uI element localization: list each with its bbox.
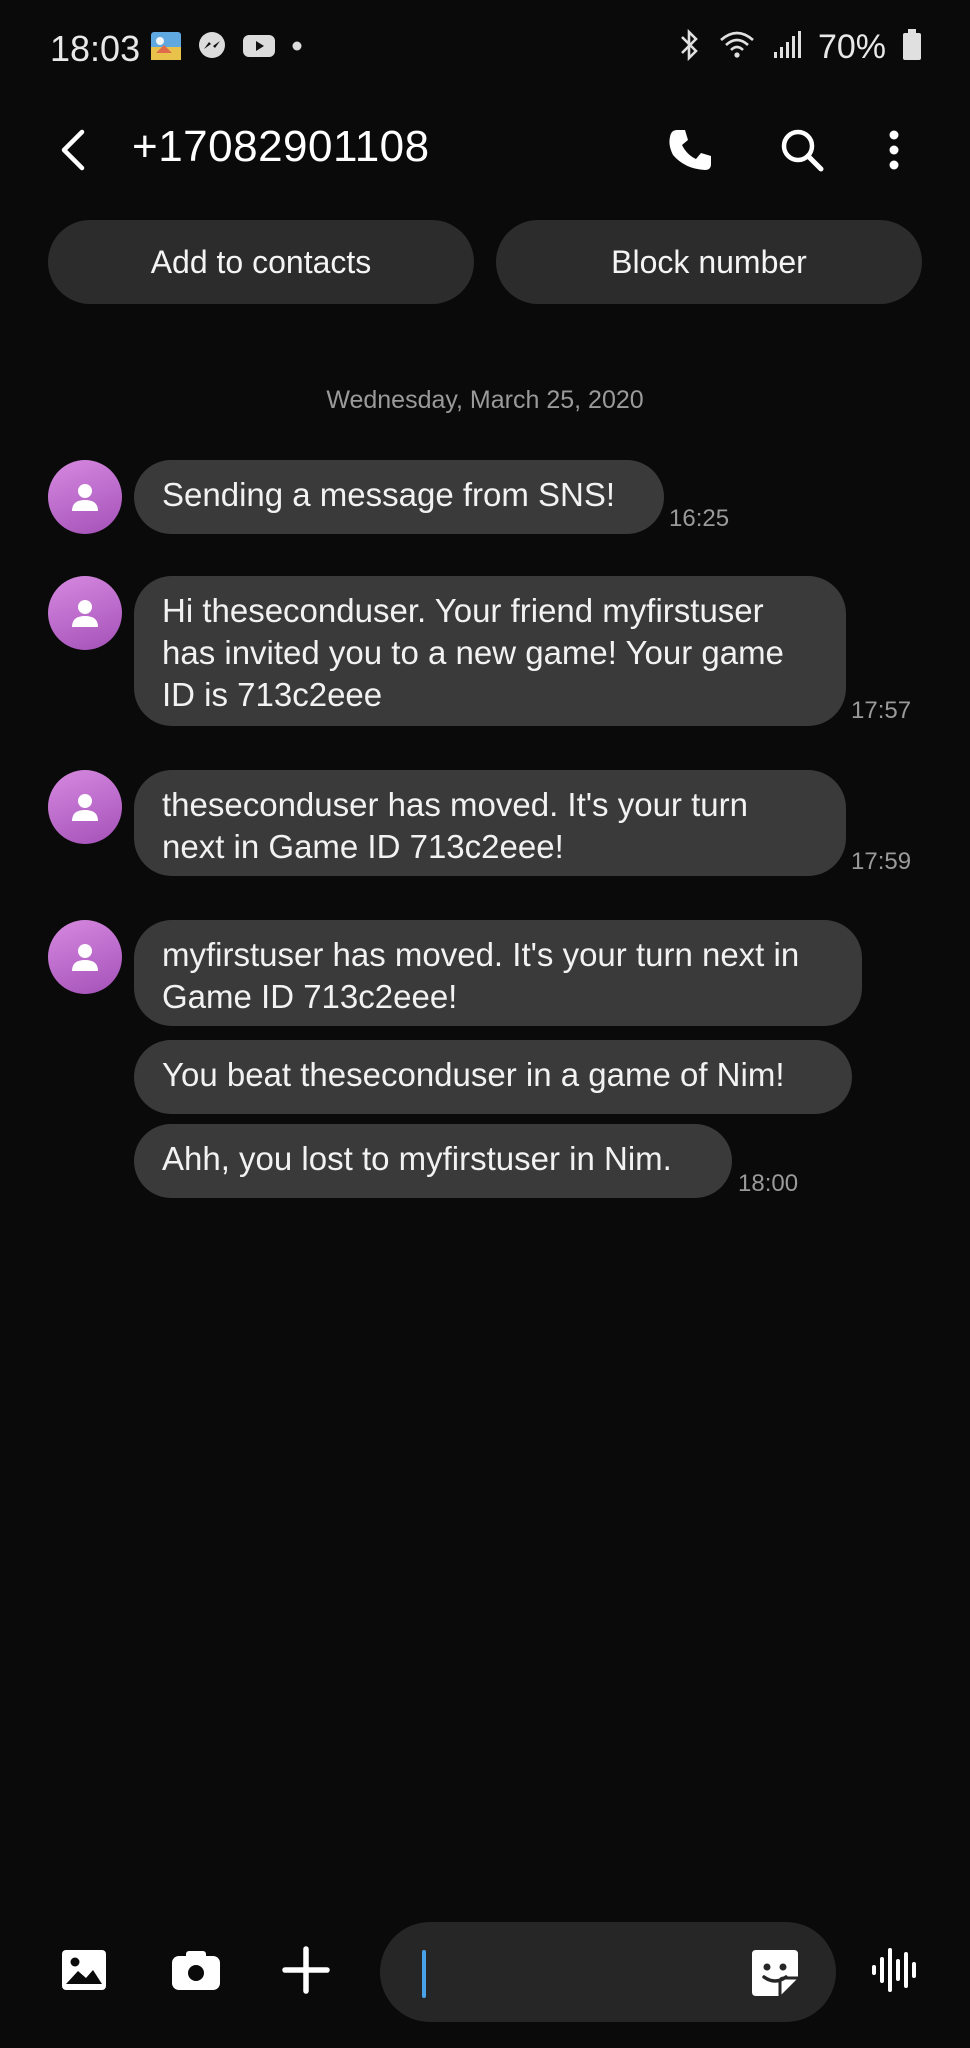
person-icon bbox=[72, 794, 98, 821]
battery-percent: 70% bbox=[817, 28, 886, 66]
gallery-button[interactable] bbox=[48, 1934, 120, 2006]
status-bar: 18:03 70% bbox=[0, 0, 970, 100]
sticker-button[interactable] bbox=[748, 1946, 802, 2000]
more-options-button[interactable] bbox=[864, 120, 924, 180]
more-vert-icon bbox=[889, 130, 899, 170]
message-bubble[interactable]: Hi theseconduser. Your friend myfirstuse… bbox=[134, 576, 846, 726]
conversation-header: +17082901108 bbox=[0, 110, 970, 190]
bluetooth-icon bbox=[676, 28, 702, 67]
message-bubble[interactable]: Sending a message from SNS! bbox=[134, 460, 664, 534]
block-number-button[interactable]: Block number bbox=[496, 220, 922, 304]
search-button[interactable] bbox=[772, 120, 832, 180]
youtube-icon bbox=[242, 33, 276, 64]
dot-icon bbox=[290, 39, 304, 58]
add-to-contacts-button[interactable]: Add to contacts bbox=[48, 220, 474, 304]
phone-icon bbox=[669, 130, 711, 170]
battery-icon bbox=[902, 29, 922, 66]
call-button[interactable] bbox=[660, 120, 720, 180]
wifi-icon bbox=[718, 30, 756, 65]
camera-icon bbox=[172, 1951, 220, 1990]
message-time: 17:59 bbox=[851, 848, 912, 875]
voice-icon bbox=[872, 1948, 916, 1992]
camera-button[interactable] bbox=[160, 1934, 232, 2006]
gallery-app-icon bbox=[150, 31, 182, 66]
avatar[interactable] bbox=[48, 460, 122, 534]
sticker-icon bbox=[752, 1950, 798, 1996]
back-arrow-icon bbox=[61, 129, 85, 171]
back-button[interactable] bbox=[48, 122, 104, 178]
avatar[interactable] bbox=[48, 576, 122, 650]
messenger-icon bbox=[196, 30, 228, 67]
voice-button[interactable] bbox=[860, 1934, 932, 2006]
avatar[interactable] bbox=[48, 770, 122, 844]
message-bubble[interactable]: You beat theseconduser in a game of Nim! bbox=[134, 1040, 852, 1114]
notification-icons bbox=[150, 30, 304, 67]
avatar[interactable] bbox=[48, 920, 122, 994]
message-time: 18:00 bbox=[738, 1170, 799, 1197]
message-bubble[interactable]: Ahh, you lost to myfirstuser in Nim. bbox=[134, 1124, 732, 1198]
message-bubble[interactable]: myfirstuser has moved. It's your turn ne… bbox=[134, 920, 862, 1026]
system-icons: 70% bbox=[676, 28, 922, 67]
message-time: 17:57 bbox=[851, 697, 912, 724]
message-bubble[interactable]: theseconduser has moved. It's your turn … bbox=[134, 770, 846, 876]
date-separator: Wednesday, March 25, 2020 bbox=[326, 386, 644, 414]
message-input[interactable] bbox=[380, 1922, 836, 2022]
attach-button[interactable] bbox=[270, 1934, 342, 2006]
person-icon bbox=[72, 484, 98, 511]
plus-icon bbox=[282, 1946, 330, 1994]
image-icon bbox=[62, 1950, 106, 1990]
person-icon bbox=[72, 944, 98, 971]
contact-number: +17082901108 bbox=[132, 122, 430, 171]
person-icon bbox=[72, 600, 98, 627]
search-icon bbox=[781, 129, 824, 172]
signal-icon bbox=[772, 30, 802, 65]
message-composer bbox=[0, 1920, 970, 2022]
status-time: 18:03 bbox=[50, 28, 141, 69]
text-cursor bbox=[422, 1950, 426, 1998]
message-time: 16:25 bbox=[669, 505, 730, 532]
